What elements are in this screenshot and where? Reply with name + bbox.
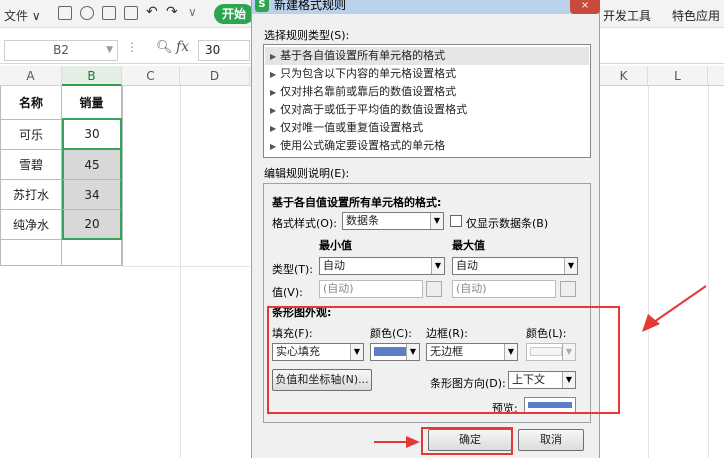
cell-name[interactable]: 可乐 <box>0 120 62 150</box>
name-box[interactable]: B2 ▼ <box>4 40 118 61</box>
cancel-button[interactable]: 取消 <box>518 429 584 451</box>
close-button[interactable]: × <box>570 0 600 14</box>
chevron-down-icon: ▼ <box>431 258 444 274</box>
tab-special-apps[interactable]: 特色应用 <box>672 7 720 24</box>
print-preview-icon[interactable] <box>124 6 138 20</box>
cell-name[interactable]: 雪碧 <box>0 150 62 180</box>
rule-type-item[interactable]: ▶ 仅对唯一值或重复值设置格式 <box>270 119 423 137</box>
cell-empty[interactable] <box>62 240 122 266</box>
export-icon[interactable] <box>80 6 94 20</box>
rule-type-label: 选择规则类型(S): <box>264 29 350 42</box>
format-style-label: 格式样式(O): <box>272 217 337 230</box>
cell-name[interactable]: 苏打水 <box>0 180 62 210</box>
desc-title: 基于各自值设置所有单元格的格式: <box>272 196 442 209</box>
gridline <box>180 86 181 458</box>
function-icon[interactable]: fx <box>176 39 189 55</box>
tab-dev-tools[interactable]: 开发工具 <box>603 7 651 24</box>
dialog-titlebar: S 新建格式规则 × <box>252 0 600 14</box>
gridline <box>122 86 123 266</box>
gridline <box>122 266 250 267</box>
tab-start[interactable]: 开始 <box>214 4 254 24</box>
cell-sales-selected[interactable]: 30 <box>62 118 122 150</box>
cell-empty[interactable] <box>0 240 62 266</box>
cell-sales[interactable]: 20 <box>62 210 122 240</box>
cell-name[interactable]: 纯净水 <box>0 210 62 240</box>
rule-type-item[interactable]: ▶ 基于各自值设置所有单元格的格式 <box>265 47 589 65</box>
col-header-d[interactable]: D <box>180 66 250 86</box>
rule-type-item[interactable]: ▶ 仅对高于或低于平均值的数值设置格式 <box>270 101 467 119</box>
column-headers-right: K L <box>600 66 724 86</box>
rule-type-item[interactable]: ▶ 使用公式确定要设置格式的单元格 <box>270 137 445 155</box>
print-icon[interactable] <box>102 6 116 20</box>
value-label: 值(V): <box>272 286 303 299</box>
col-header-k[interactable]: K <box>600 66 648 86</box>
min-label: 最小值 <box>319 239 352 252</box>
chevron-down-icon: ▼ <box>430 213 443 229</box>
max-type-select[interactable]: 自动 ▼ <box>452 257 578 275</box>
cell-sales[interactable]: 45 <box>62 150 122 180</box>
highlight-box <box>267 306 620 414</box>
min-value-picker-icon[interactable] <box>426 281 442 297</box>
undo-icon[interactable]: ↶ <box>146 4 158 20</box>
show-bar-only-label: 仅显示数据条(B) <box>466 217 549 230</box>
dialog-title: 新建格式规则 <box>274 0 347 12</box>
highlight-box-ok <box>421 427 513 455</box>
type-label: 类型(T): <box>272 263 314 276</box>
chevron-down-icon: ▼ <box>564 258 577 274</box>
zoom-icon[interactable]: 🔍︎ <box>156 40 173 55</box>
wps-logo-icon: S <box>255 0 269 12</box>
save-icon[interactable] <box>58 6 72 20</box>
rule-type-list[interactable]: ▶ 基于各自值设置所有单元格的格式 ▶ 只为包含以下内容的单元格设置格式 ▶ 仅对排名… <box>263 44 591 158</box>
gridline <box>708 86 709 458</box>
show-bar-only-checkbox[interactable] <box>450 215 462 227</box>
rule-type-item[interactable]: ▶ 仅对排名靠前或靠后的数值设置格式 <box>270 83 456 101</box>
header-cell-sales[interactable]: 销量 <box>62 86 122 120</box>
col-header-b[interactable]: B <box>62 66 122 86</box>
separator: ⋮ <box>126 40 138 54</box>
edit-desc-label: 编辑规则说明(E): <box>264 167 350 180</box>
header-cell-name[interactable]: 名称 <box>0 86 62 120</box>
col-header-c[interactable]: C <box>122 66 180 86</box>
max-label: 最大值 <box>452 239 485 252</box>
rule-type-item[interactable]: ▶ 只为包含以下内容的单元格设置格式 <box>270 65 456 83</box>
toolbar-right: 开发工具 特色应用 <box>600 0 724 28</box>
file-menu[interactable]: 文件 ∨ <box>4 7 41 24</box>
cell-sales[interactable]: 34 <box>62 180 122 210</box>
annotation-arrow-icon <box>642 285 707 332</box>
annotation-arrow-icon <box>374 436 420 448</box>
gridline <box>648 86 649 458</box>
spreadsheet-grid: 名称 销量 可乐 30 雪碧 45 苏打水 34 纯净水 20 <box>0 86 250 458</box>
max-value-picker-icon[interactable] <box>560 281 576 297</box>
more-icon[interactable]: ∨ <box>188 5 197 19</box>
max-value-input[interactable]: (自动) <box>452 280 556 298</box>
min-value-input[interactable]: (自动) <box>319 280 423 298</box>
format-style-select[interactable]: 数据条 ▼ <box>342 212 444 230</box>
chevron-down-icon: ▼ <box>106 45 113 55</box>
col-header-l[interactable]: L <box>648 66 708 86</box>
min-type-select[interactable]: 自动 ▼ <box>319 257 445 275</box>
col-header-a[interactable]: A <box>0 66 62 86</box>
redo-icon[interactable]: ↷ <box>166 4 178 20</box>
formula-input[interactable]: 30 <box>198 40 250 61</box>
